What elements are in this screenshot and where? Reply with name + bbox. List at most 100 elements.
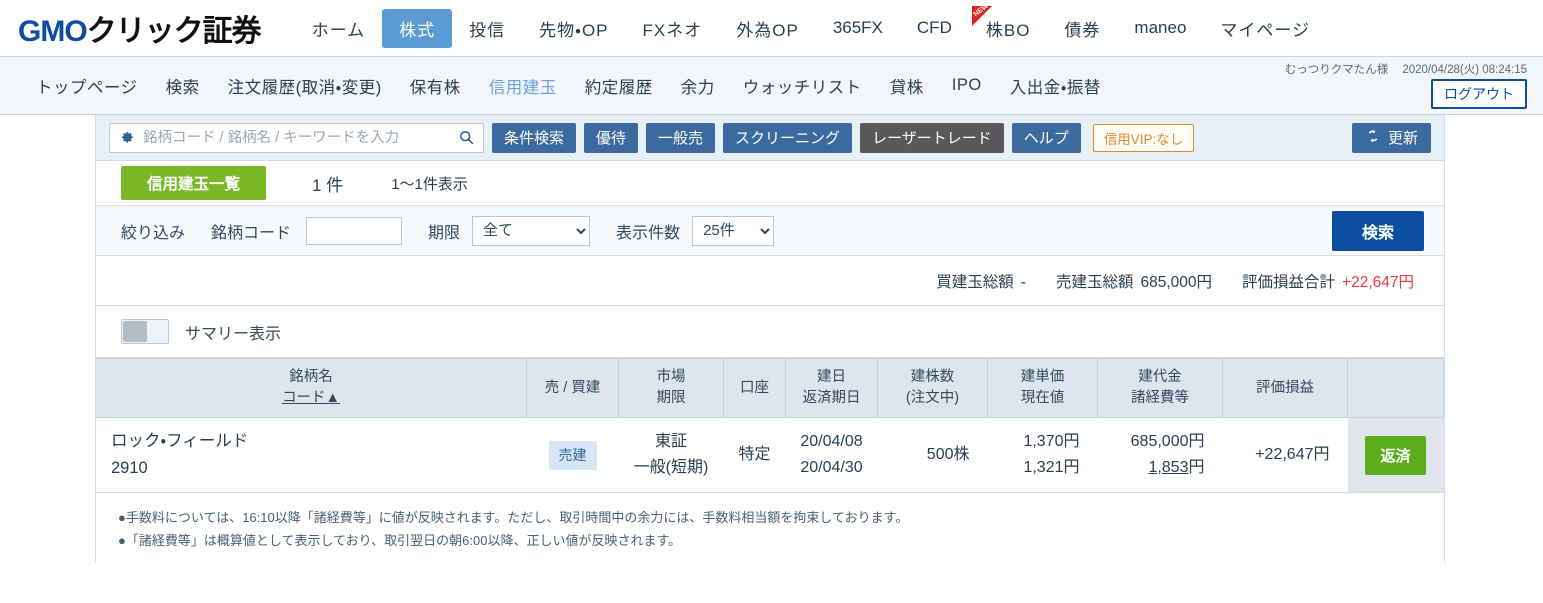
search-input[interactable] [143, 129, 458, 146]
refresh-icon [1365, 128, 1381, 148]
refresh-button[interactable]: 更新 [1351, 122, 1431, 153]
toolbar-button-2[interactable]: 一般売 [646, 122, 716, 153]
global-nav-item-label: 外為OP [736, 20, 799, 40]
cell-dates: 20/04/08 20/04/30 [785, 417, 878, 494]
sub-nav-item-6[interactable]: 余力 [667, 68, 729, 104]
header-line2: 返済期日 [802, 390, 861, 407]
term-select[interactable]: 全て [472, 215, 591, 246]
global-nav-item-label: maneo [1134, 18, 1187, 37]
trade-amount: 685,000円 [1130, 432, 1205, 450]
header-line1: 建株数 [910, 369, 955, 385]
sub-nav-item-0[interactable]: トップページ [22, 68, 152, 104]
summary-toggle-label: サマリー表示 [185, 325, 282, 343]
global-nav-item-5[interactable]: 外為OP [719, 9, 816, 48]
sub-nav-item-7[interactable]: ウォッチリスト [729, 68, 876, 104]
term-name: 一般(短期) [633, 459, 709, 477]
trade-side-badge: 売建 [548, 440, 597, 470]
sub-navigation-bar: トップページ 検索 注文履歴(取消・変更) 保有株 信用建玉 約定履歴 余力 ウォッチリスト貸… [0, 57, 1543, 115]
summary-toggle-switch[interactable] [121, 319, 169, 344]
page-body: 条件検索優待一般売スクリーニングレーザートレードヘルプ 信用VIP:なし 更新 … [0, 115, 1543, 563]
sub-nav-item-10[interactable]: 入出金・振替 [996, 68, 1115, 104]
stock-name: ロック・フィールド [111, 432, 249, 451]
global-nav-item-6[interactable]: 365FX [816, 11, 900, 45]
global-nav-item-label: ホーム [311, 20, 366, 40]
sub-nav-item-9[interactable]: IPO [938, 70, 996, 101]
buy-total: 買建玉総額 - [936, 270, 1026, 292]
market-name: 東証 [654, 432, 687, 450]
cell-market-term: 東証一般(短期) [618, 417, 724, 494]
brand-logo-name: クリック証券 [86, 15, 262, 48]
refresh-label: 更新 [1387, 130, 1418, 147]
current-price: 1,321円 [1023, 459, 1080, 477]
global-nav-item-8[interactable]: NEW 株BO [969, 2, 1048, 48]
toolbar-button-1[interactable]: 優待 [584, 122, 639, 153]
pl-total-label: 評価損益合計 [1242, 273, 1336, 291]
sub-nav-item-5[interactable]: 約定履歴 [571, 68, 667, 104]
header-line2: (注文中) [905, 390, 960, 407]
list-count-bar: 信用建玉一覧 1 件 1〜1件表示 [96, 161, 1444, 206]
header-line1: 売 / 買建 [544, 379, 601, 396]
content-panel: 条件検索優待一般売スクリーニングレーザートレードヘルプ 信用VIP:なし 更新 … [95, 115, 1445, 563]
stock-code: 2910 [111, 459, 148, 478]
stock-search-box[interactable] [109, 122, 484, 153]
table-row: ロック・フィールド 2910 売建 東証 一般(短期) 特定 20/04/08 20/04/3… [96, 417, 1444, 494]
cell-account: 特定 [723, 417, 786, 494]
table-header-1: 売 / 買建 [526, 357, 619, 419]
brand-logo-gmo: GMO [18, 15, 88, 48]
global-nav-item-10[interactable]: maneo [1117, 11, 1203, 45]
stock-code-input[interactable] [306, 216, 403, 245]
sub-nav-item-8[interactable]: 貸株 [876, 68, 938, 104]
global-nav-item-2[interactable]: 投信 [452, 9, 522, 48]
sub-nav-item-3[interactable]: 保有株 [396, 68, 475, 104]
table-header-5: 建株数 (注文中) [877, 357, 988, 419]
server-datetime: 2020/04/28(火) 08:24:15 [1402, 64, 1527, 76]
global-nav-item-label: 株BO [985, 20, 1031, 40]
search-toolbar: 条件検索優待一般売スクリーニングレーザートレードヘルプ 信用VIP:なし 更新 [96, 115, 1444, 161]
global-nav-item-7[interactable]: CFD [900, 11, 969, 45]
global-nav-item-9[interactable]: 債券 [1047, 9, 1117, 48]
toolbar-button-5[interactable]: ヘルプ [1011, 122, 1081, 153]
table-header-8: 評価損益 [1222, 357, 1348, 419]
share-count: 500株 [926, 446, 970, 464]
toolbar-button-4[interactable]: レーザートレード [860, 122, 1004, 153]
pl-total: 評価損益合計 +22,647円 [1242, 270, 1414, 292]
global-nav-item-4[interactable]: FXネオ [626, 9, 720, 48]
repay-button[interactable]: 返済 [1365, 435, 1426, 475]
global-nav-item-label: 365FX [832, 18, 883, 37]
toolbar-button-0[interactable]: 条件検索 [492, 122, 577, 153]
global-nav-item-1[interactable]: 株式 [382, 8, 453, 48]
global-nav-item-3[interactable]: 先物・OP [522, 9, 625, 48]
logout-button[interactable]: ログアウト [1431, 79, 1527, 109]
table-header-0[interactable]: 銘柄名コード▲ [96, 357, 527, 419]
user-info-box: むっつりクマたん様 2020/04/28(火) 08:24:15 ログアウト [1285, 61, 1527, 109]
brand-logo[interactable]: GMO クリック証券 [18, 6, 262, 50]
global-nav-item-label: 株式 [399, 20, 436, 40]
due-date: 20/04/30 [800, 459, 863, 477]
global-nav-item-11[interactable]: マイページ [1203, 9, 1327, 48]
list-title-tab: 信用建玉一覧 [121, 166, 267, 200]
toolbar-button-3[interactable]: スクリーニング [723, 122, 853, 153]
header-line1: 建単価 [1020, 369, 1065, 385]
new-badge-icon: NEW [971, 2, 992, 26]
global-nav-item-label: 債券 [1064, 20, 1101, 40]
sub-nav-item-4[interactable]: 信用建玉 [475, 68, 571, 104]
sell-total: 売建玉総額 685,000円 [1056, 270, 1212, 292]
cell-shares: 500株 [877, 417, 988, 494]
global-nav-item-0[interactable]: ホーム [295, 9, 383, 48]
search-icon[interactable] [458, 129, 475, 146]
fees-link[interactable]: 1,853 [1148, 459, 1188, 476]
summary-toggle-bar: サマリー表示 [96, 306, 1444, 358]
filter-search-button[interactable]: 検索 [1331, 210, 1424, 251]
header-line1: 銘柄名 [289, 369, 333, 385]
global-nav-items: ホーム 株式 投信 先物・OP FXネオ 外為OP 365FX CFD NEW 株BO 債券 mane… [295, 2, 1327, 48]
header-sort-link[interactable]: コード▲ [102, 388, 520, 409]
table-body: ロック・フィールド 2910 売建 東証 一般(短期) 特定 20/04/08 20/04/3… [96, 417, 1444, 494]
sub-nav-item-1[interactable]: 検索 [152, 68, 214, 104]
header-line1: 建日 [817, 369, 846, 385]
stock-code-label: 銘柄コード [211, 224, 292, 242]
fees-amount[interactable]: 1,853円 [1106, 455, 1204, 481]
pl-total-value: +22,647円 [1342, 273, 1414, 291]
rows-select[interactable]: 25件 [692, 215, 775, 246]
table-header-row: 銘柄名 コード▲ 売 / 買建 市場 期限 口座 建日 返済期日 建株数 (注文中) 建単価 現在値建… [96, 357, 1444, 419]
sub-nav-item-2[interactable]: 注文履歴(取消・変更) [214, 68, 396, 104]
